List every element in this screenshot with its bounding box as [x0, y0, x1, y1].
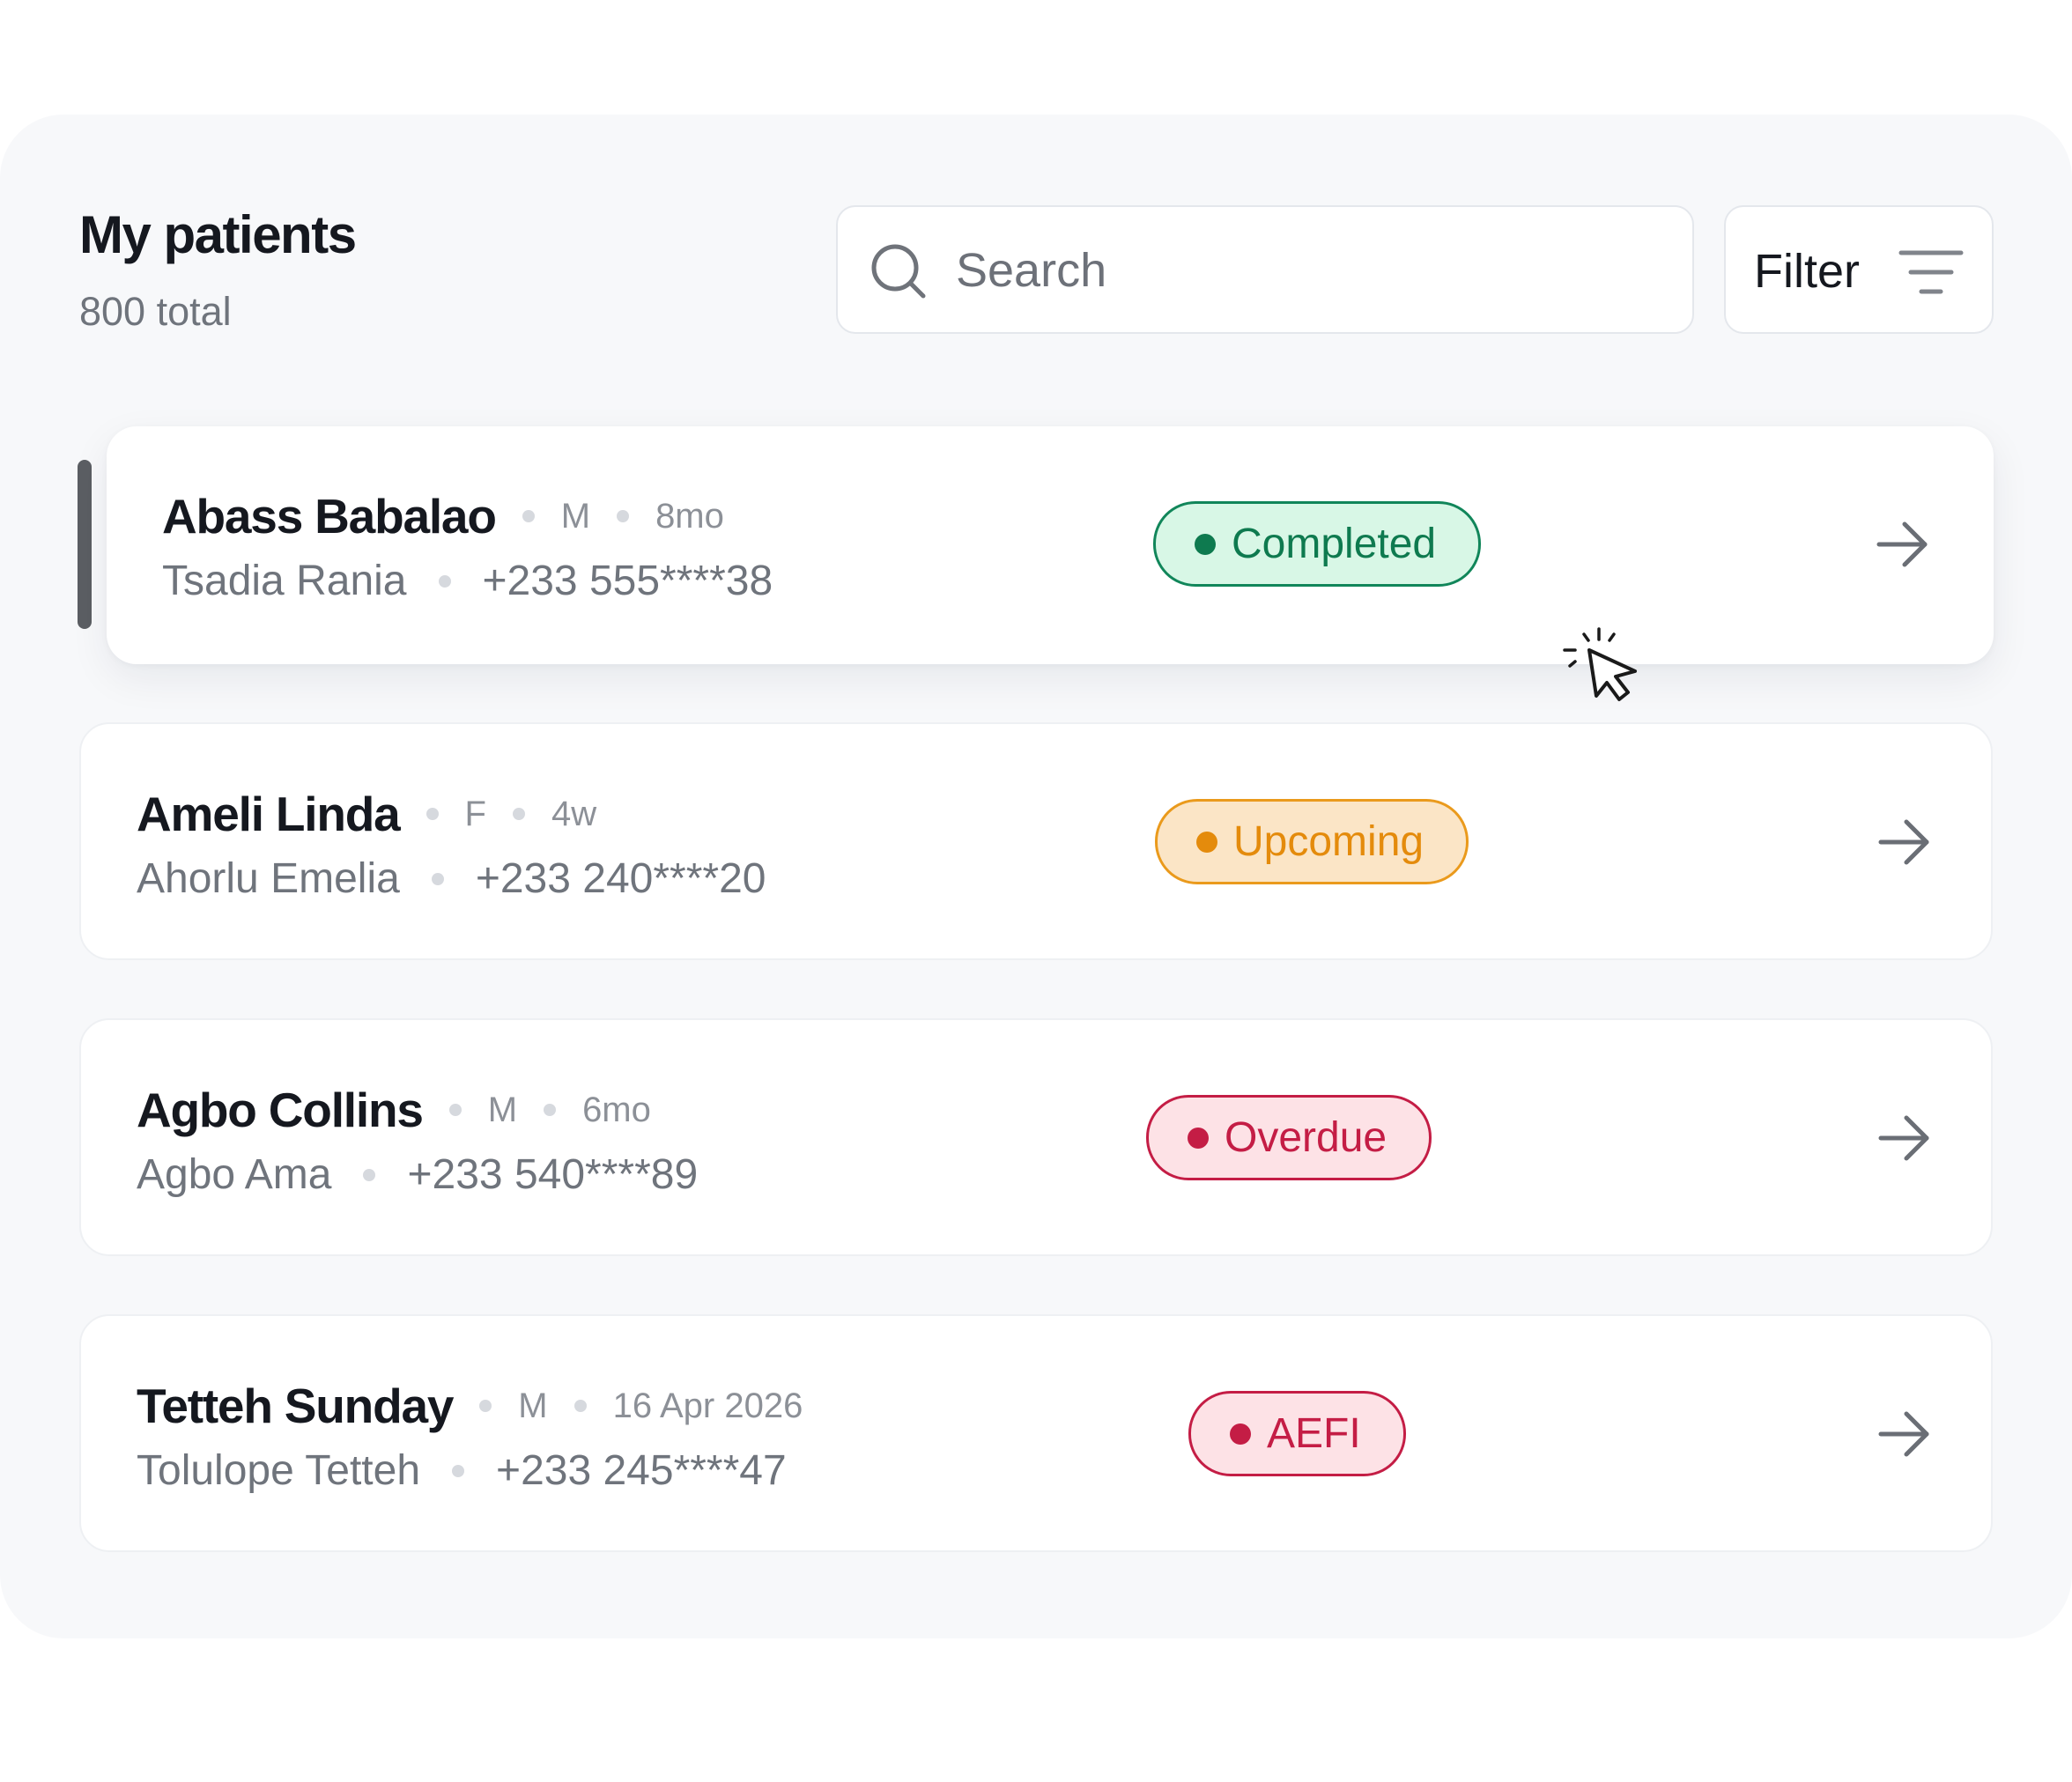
separator-dot	[512, 808, 525, 820]
separator-dot	[452, 1464, 465, 1477]
search-box[interactable]	[836, 205, 1694, 334]
patient-name-row: Ameli Linda F 4w	[137, 786, 596, 842]
separator-dot	[363, 1168, 376, 1181]
arrow-right-icon[interactable]	[1878, 1113, 1931, 1163]
status-badge: Upcoming	[1155, 799, 1469, 884]
patient-name: Abass Babalao	[162, 489, 497, 543]
phone-number: +233 240****20	[475, 855, 766, 902]
guardian-name: Tsadia Rania	[162, 558, 407, 604]
filter-button[interactable]: Filter	[1724, 205, 1994, 334]
separator-dot	[431, 872, 444, 885]
status-label: Completed	[1232, 521, 1437, 567]
total-count: 800 total	[79, 289, 232, 334]
patient-age: 4w	[551, 794, 597, 833]
patient-card[interactable]: Ameli Linda F 4w Ahorlu Emelia +233 240****2…	[79, 722, 1993, 960]
separator-dot	[426, 808, 439, 820]
search-input[interactable]	[956, 239, 1643, 302]
patient-name: Ameli Linda	[137, 787, 401, 841]
patient-name-row: Agbo Collins M 6mo	[137, 1082, 651, 1138]
patient-sex: F	[464, 794, 486, 833]
patient-contact-row: Tsadia Rania +233 555****38	[162, 557, 773, 605]
search-icon	[871, 244, 926, 299]
separator-dot	[479, 1400, 492, 1412]
separator-dot	[574, 1400, 587, 1412]
phone-number: +233 555****38	[482, 558, 773, 604]
filter-lines-icon	[1898, 250, 1964, 294]
separator-dot	[544, 1104, 557, 1116]
separator-dot	[617, 510, 630, 522]
cursor-click-icon	[1563, 627, 1637, 701]
status-dot	[1188, 1127, 1209, 1149]
active-row-indicator	[78, 460, 92, 629]
patient-card[interactable]: Abass Babalao M 8mo Tsadia Rania +233 555***…	[107, 426, 1994, 664]
patient-card[interactable]: Agbo Collins M 6mo Agbo Ama +233 540****89 Ov…	[79, 1018, 1993, 1256]
patient-name-row: Tetteh Sunday M 16 Apr 2026	[137, 1378, 803, 1434]
patient-contact-row: Ahorlu Emelia +233 240****20	[137, 854, 766, 903]
arrow-right-icon[interactable]	[1878, 1409, 1931, 1459]
patient-contact-row: Tolulope Tetteh +233 245****47	[137, 1446, 787, 1495]
status-label: Upcoming	[1233, 818, 1424, 865]
patient-card[interactable]: Tetteh Sunday M 16 Apr 2026 Tolulope Tetteh…	[79, 1314, 1993, 1552]
separator-dot	[522, 510, 535, 522]
status-dot	[1195, 533, 1216, 555]
separator-dot	[438, 574, 451, 588]
patient-age: 8mo	[655, 496, 724, 536]
patient-name-row: Abass Babalao M 8mo	[162, 488, 724, 544]
patient-name: Tetteh Sunday	[137, 1379, 454, 1433]
phone-number: +233 245****47	[496, 1447, 787, 1494]
status-badge: AEFI	[1188, 1391, 1406, 1476]
status-badge: Overdue	[1146, 1095, 1432, 1180]
patient-sex: M	[560, 496, 591, 536]
phone-number: +233 540****89	[407, 1151, 699, 1198]
guardian-name: Agbo Ama	[137, 1151, 332, 1198]
status-dot	[1196, 831, 1217, 853]
patient-age: 16 Apr 2026	[612, 1386, 803, 1425]
status-label: AEFI	[1267, 1410, 1361, 1457]
guardian-name: Ahorlu Emelia	[137, 855, 400, 902]
arrow-right-icon[interactable]	[1878, 817, 1931, 867]
guardian-name: Tolulope Tetteh	[137, 1447, 421, 1494]
patient-sex: M	[518, 1386, 548, 1425]
patient-sex: M	[487, 1090, 518, 1129]
patient-contact-row: Agbo Ama +233 540****89	[137, 1150, 698, 1199]
status-dot	[1230, 1423, 1251, 1445]
status-label: Overdue	[1225, 1114, 1388, 1161]
patient-age: 6mo	[582, 1090, 651, 1129]
status-badge: Completed	[1153, 501, 1482, 587]
patient-name: Agbo Collins	[137, 1083, 424, 1137]
page-title: My patients	[79, 205, 357, 264]
arrow-right-icon[interactable]	[1876, 520, 1929, 569]
filter-label: Filter	[1754, 245, 1860, 298]
separator-dot	[448, 1104, 462, 1116]
